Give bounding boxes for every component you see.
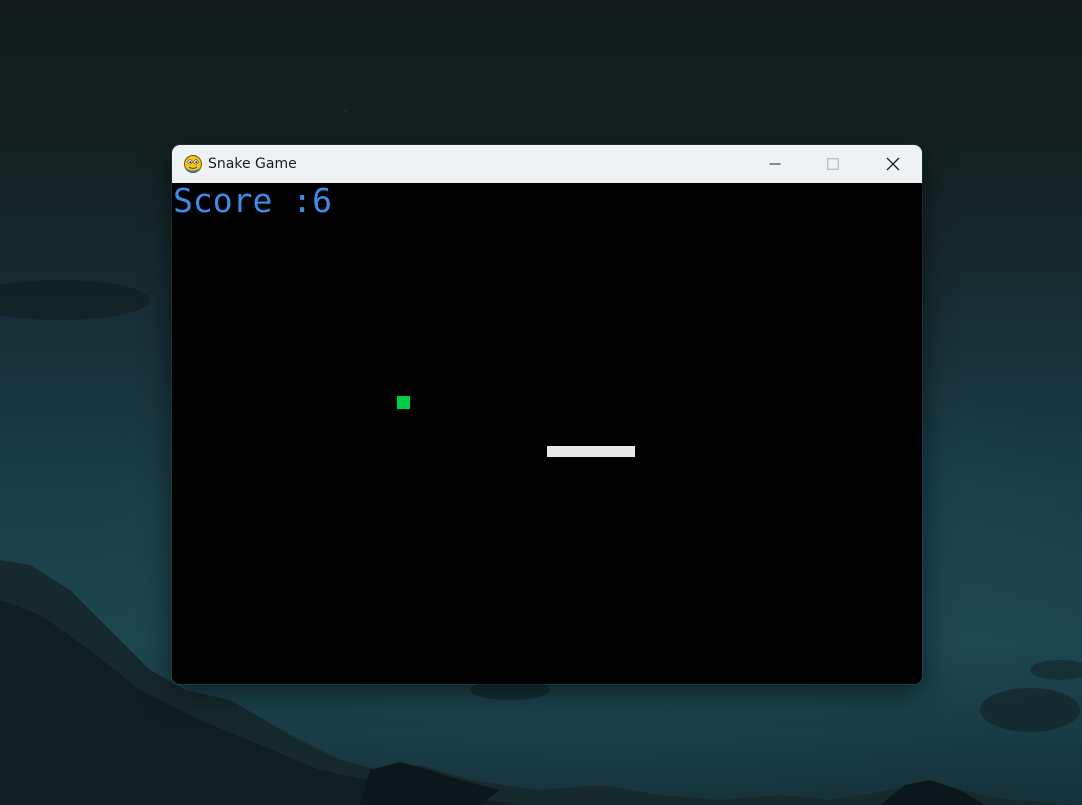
title-bar[interactable]: Snake Game [172, 145, 922, 183]
maximize-icon [827, 158, 839, 170]
snake-body [547, 446, 635, 457]
maximize-button[interactable] [804, 145, 862, 183]
pygame-snake-icon [184, 155, 202, 173]
close-button[interactable] [864, 145, 922, 183]
minimize-button[interactable] [746, 145, 804, 183]
desktop-background: Snake Game Score :6 [0, 0, 1082, 805]
game-canvas[interactable]: Score :6 [172, 183, 922, 684]
score-label: Score :6 [173, 181, 332, 220]
minimize-icon [769, 163, 781, 165]
moon [322, 44, 383, 112]
window-title: Snake Game [208, 156, 297, 172]
food-pellet [397, 396, 410, 409]
snake-game-window: Snake Game Score :6 [172, 145, 922, 684]
close-icon [886, 157, 900, 171]
